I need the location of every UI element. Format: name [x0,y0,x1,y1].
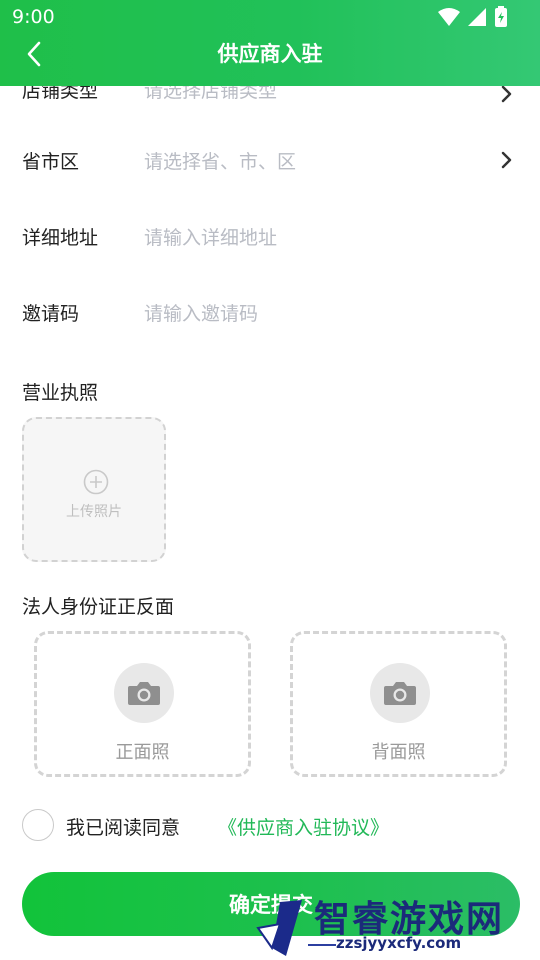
region-placeholder: 请选择省、市、区 [144,150,297,173]
upload-label: 上传照片 [66,504,122,520]
status-icons [438,6,507,27]
signal-icon [468,8,486,26]
agreement-link[interactable]: 《供应商入驻协议》 [218,813,389,840]
agreement-text: 我已阅读同意 [66,817,181,839]
address-placeholder: 请输入详细地址 [144,226,278,249]
invite-code-label: 邀请码 [22,302,80,325]
camera-icon-circle [370,663,430,723]
app-header: 9:00 供应商入驻 [0,0,540,86]
invite-code-placeholder: 请输入邀请码 [144,302,259,325]
wifi-icon [438,8,460,26]
battery-icon [495,6,507,27]
camera-icon-circle [114,663,174,723]
region-label: 省市区 [22,150,80,173]
watermark-line [308,944,336,946]
business-license-upload[interactable]: 上传照片 [22,417,166,562]
region-row[interactable]: 省市区 请选择省、市、区 [0,130,540,190]
address-label: 详细地址 [22,226,99,249]
id-card-title: 法人身份证正反面 [22,596,175,618]
chevron-right-icon [501,151,512,169]
agreement-row: 我已阅读同意 《供应商入驻协议》 [22,808,522,842]
plus-circle-icon [83,469,109,495]
address-field[interactable]: 详细地址 请输入详细地址 [0,206,540,266]
invite-code-field[interactable]: 邀请码 请输入邀请码 [0,282,540,342]
watermark-url: zzsjyyxcfy.com [336,934,462,952]
camera-icon [384,682,416,705]
supplier-signup-screen: 店铺类型 请选择店铺类型 9:00 供应商入驻 省市区 请选择省、市、区 详细地… [0,0,540,960]
status-time: 9:00 [12,6,55,28]
id-back-upload[interactable]: 背面照 [290,631,507,777]
business-license-title: 营业执照 [22,382,99,404]
camera-icon [128,682,160,705]
id-back-label: 背面照 [371,742,426,763]
id-front-upload[interactable]: 正面照 [34,631,251,777]
submit-button[interactable]: 确定提交 [22,872,520,936]
id-front-label: 正面照 [115,742,170,763]
page-title: 供应商入驻 [217,42,323,66]
agreement-checkbox[interactable] [22,809,54,841]
chevron-right-icon [501,85,512,103]
